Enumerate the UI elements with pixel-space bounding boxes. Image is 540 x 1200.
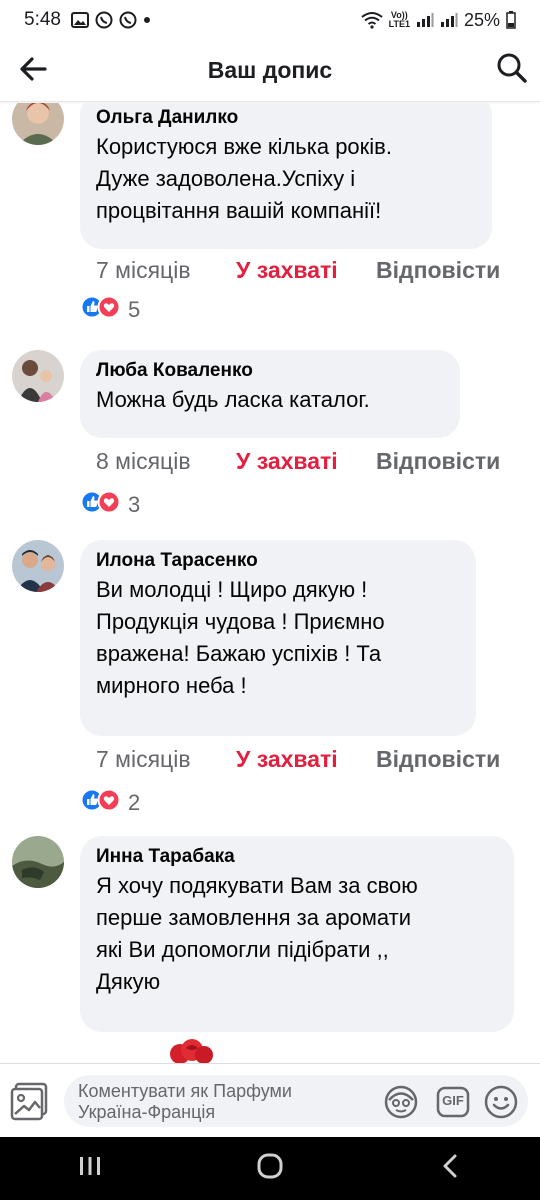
avatar[interactable] — [12, 350, 64, 402]
gif-button[interactable]: GIF — [436, 1085, 470, 1119]
comment-bubble[interactable]: Люба Коваленко Можна будь ласка каталог. — [80, 350, 460, 438]
battery-percent: 25% — [463, 9, 500, 30]
recent-apps-button[interactable] — [60, 1144, 120, 1194]
comment-bubble[interactable]: Илона Тарасенко Ви молодці ! Щиро дякую … — [80, 540, 476, 736]
status-bar: 5:48 Vo)) LTE1 25% — [0, 0, 540, 40]
comment-composer: Коментувати як Парфуми Україна-Франція G… — [0, 1063, 540, 1137]
avatar[interactable] — [12, 540, 64, 592]
status-right: Vo)) LTE1 25% — [361, 10, 516, 31]
photo-button[interactable] — [10, 1080, 52, 1122]
comment-text-line: Дякую — [96, 969, 161, 994]
love-reaction-button[interactable]: У захваті — [236, 448, 376, 475]
status-left: 5:48 — [24, 9, 151, 31]
signal-icon — [440, 12, 458, 28]
comment-placeholder: Коментувати як Парфуми Україна-Франція — [78, 1081, 378, 1123]
like-heart-reaction-icon — [80, 295, 122, 324]
comment-time[interactable]: 8 місяців — [96, 448, 236, 475]
back-button[interactable] — [14, 52, 52, 90]
volte-indicator: Vo)) LTE1 — [389, 11, 410, 29]
reply-button[interactable]: Відповісти — [376, 448, 500, 475]
comment-meta: 8 місяців У захваті Відповісти — [96, 448, 500, 475]
comment-text-line: перше замовлення за аромати — [96, 905, 412, 930]
photo-icon — [10, 1082, 52, 1126]
reactions-summary[interactable]: 3 — [80, 490, 140, 519]
comment-bubble[interactable]: Ольга Данилко Користуюся вже кілька рокі… — [80, 103, 492, 249]
comment-text-line: процвітання вашій компанії! — [96, 198, 382, 223]
recent-apps-icon — [78, 1155, 102, 1182]
app-header: Ваш допис — [0, 40, 540, 102]
comment-time[interactable]: 7 місяців — [96, 746, 236, 773]
viber-notification-icon — [95, 11, 113, 29]
home-icon — [257, 1153, 283, 1184]
like-heart-reaction-icon — [80, 490, 122, 519]
reaction-count: 2 — [128, 789, 141, 815]
search-icon — [496, 52, 528, 89]
reaction-count: 5 — [128, 296, 141, 322]
comment-text-line: мирного неба ! — [96, 673, 247, 698]
home-button[interactable] — [240, 1144, 300, 1194]
signal-icon — [416, 12, 434, 28]
battery-icon — [506, 11, 516, 29]
system-navigation-bar — [0, 1137, 540, 1200]
avatar-sticker-icon[interactable] — [384, 1085, 418, 1119]
comment-text-line: вражена! Бажаю успіхів ! Та — [96, 641, 382, 666]
more-notifications-dot-icon — [143, 16, 151, 24]
comment-item: Ольга Данилко Користуюся вже кілька рокі… — [0, 103, 540, 333]
comment-item: Илона Тарасенко Ви молодці ! Щиро дякую … — [0, 540, 540, 820]
comment-item: Инна Тарабака Я хочу подякувати Вам за с… — [0, 836, 540, 1063]
page-title: Ваш допис — [207, 57, 333, 83]
comment-text-line: Дуже задоволена.Успіху і — [96, 166, 356, 191]
comment-text-line: Користуюся вже кілька років. — [96, 134, 392, 159]
reply-button[interactable]: Відповісти — [376, 746, 500, 773]
comment-text-line: Можна будь ласка каталог. — [96, 387, 370, 412]
comments-feed[interactable]: Ольга Данилко Користуюся вже кілька рокі… — [0, 103, 540, 1063]
back-nav-button[interactable] — [420, 1144, 480, 1194]
volte-bottom-label: LTE1 — [388, 19, 410, 29]
arrow-left-icon — [19, 56, 47, 86]
comment-text-line: які Ви допомогли підібрати ,, — [96, 937, 389, 962]
avatar[interactable] — [12, 103, 64, 145]
gallery-notification-icon — [70, 12, 89, 28]
viber-notification-icon — [119, 11, 137, 29]
placeholder-line: Коментувати як Парфуми — [78, 1081, 292, 1101]
comment-author[interactable]: Люба Коваленко — [96, 358, 444, 384]
placeholder-line: Україна-Франція — [78, 1102, 216, 1122]
comment-text-line: Я хочу подякувати Вам за свою — [96, 873, 418, 898]
comment-author[interactable]: Инна Тарабака — [96, 844, 498, 870]
reactions-summary[interactable]: 5 — [80, 295, 140, 324]
comment-item: Люба Коваленко Можна будь ласка каталог.… — [0, 350, 540, 520]
reaction-count: 3 — [128, 491, 141, 517]
comment-input[interactable]: Коментувати як Парфуми Україна-Франція G… — [64, 1075, 528, 1127]
reply-button[interactable]: Відповісти — [376, 257, 500, 284]
comment-author[interactable]: Ольга Данилко — [96, 105, 476, 131]
avatar[interactable] — [12, 836, 64, 888]
rose-sticker-icon — [166, 1036, 216, 1063]
love-reaction-button[interactable]: У захваті — [236, 257, 376, 284]
comment-time[interactable]: 7 місяців — [96, 257, 236, 284]
comment-meta: 7 місяців У захваті Відповісти — [96, 257, 500, 284]
comment-text-line: Ви молодці ! Щиро дякую ! — [96, 577, 368, 602]
love-reaction-button[interactable]: У захваті — [236, 746, 376, 773]
reactions-summary[interactable]: 2 — [80, 788, 140, 817]
comment-author[interactable]: Илона Тарасенко — [96, 548, 460, 574]
wifi-icon — [361, 11, 383, 29]
gif-label: GIF — [442, 1093, 464, 1108]
chevron-left-icon — [441, 1153, 459, 1184]
like-heart-reaction-icon — [80, 788, 122, 817]
comment-meta: 7 місяців У захваті Відповісти — [96, 746, 500, 773]
comment-text-line: Продукція чудова ! Приємно — [96, 609, 385, 634]
smiley-icon[interactable] — [484, 1085, 518, 1119]
search-button[interactable] — [492, 50, 532, 90]
comment-bubble[interactable]: Инна Тарабака Я хочу подякувати Вам за с… — [80, 836, 514, 1032]
status-time: 5:48 — [24, 9, 61, 30]
